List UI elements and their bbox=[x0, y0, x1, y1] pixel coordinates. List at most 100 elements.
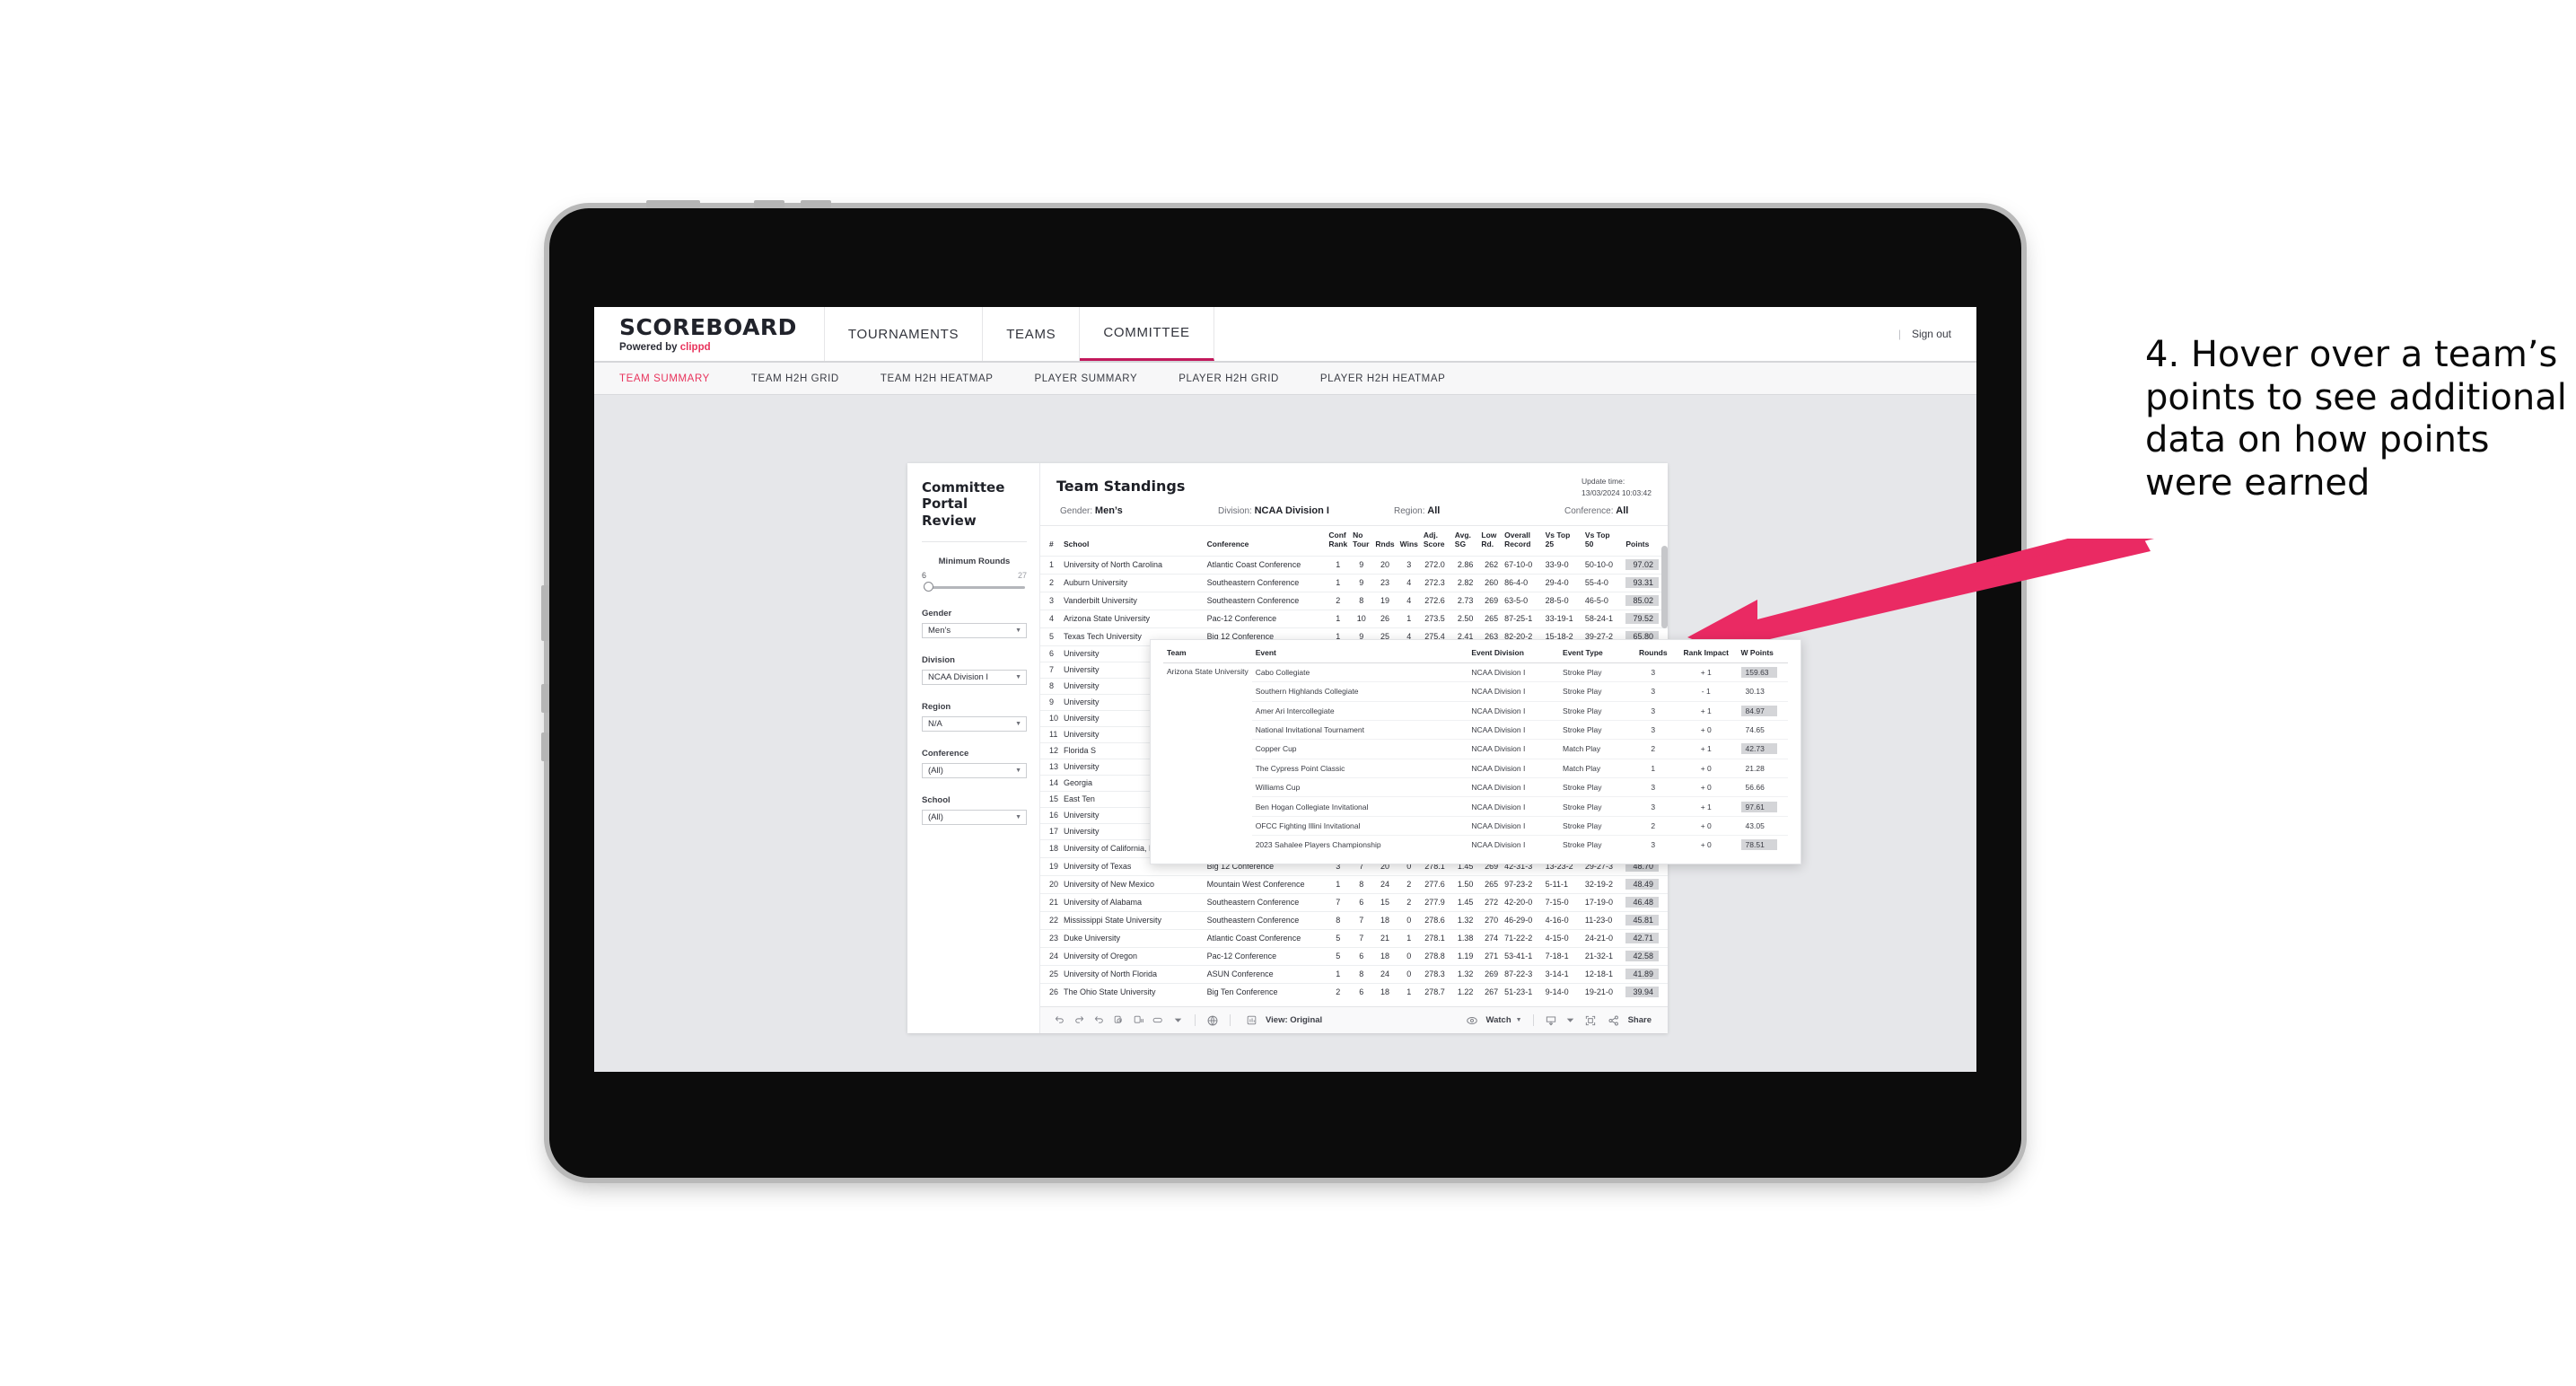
table-row[interactable]: 24 University of Oregon Pac-12 Conference 5… bbox=[1040, 946, 1668, 966]
volume-down-button[interactable] bbox=[801, 200, 831, 208]
points-chip[interactable]: 79.52 bbox=[1625, 613, 1659, 625]
conference-value: (All) bbox=[928, 765, 943, 776]
points-cell[interactable]: 42.58 bbox=[1623, 946, 1668, 966]
tablet-device-frame: SCOREBOARD Powered by clippd TOURNAMENTS… bbox=[541, 200, 2021, 1178]
points-chip[interactable]: 85.02 bbox=[1625, 595, 1659, 607]
tooltip-row: Williams Cup NCAA Division I Stroke Play 3 +… bbox=[1163, 777, 1788, 797]
nav-tab-committee[interactable]: COMMITTEE bbox=[1080, 307, 1214, 361]
watch-button[interactable]: Watch ▼ bbox=[1459, 1011, 1526, 1031]
col-avg-sg[interactable]: Avg. SG bbox=[1451, 526, 1479, 557]
points-chip[interactable]: 46.48 bbox=[1625, 897, 1659, 908]
table-row[interactable]: 21 University of Alabama Southeastern Conf… bbox=[1040, 892, 1668, 912]
signout-link[interactable]: Sign out bbox=[1912, 328, 1951, 340]
col-rnds[interactable]: Rnds bbox=[1372, 526, 1398, 557]
region-select[interactable]: N/A ▼ bbox=[922, 715, 1027, 732]
points-chip[interactable]: 42.58 bbox=[1625, 951, 1659, 962]
col-conference[interactable]: Conference bbox=[1204, 526, 1327, 557]
points-cell[interactable]: 42.71 bbox=[1623, 928, 1668, 948]
gender-select[interactable]: Men’s ▼ bbox=[922, 622, 1027, 638]
no-tour-cell: 9 bbox=[1350, 555, 1373, 575]
col-rank[interactable]: # bbox=[1040, 526, 1062, 557]
redo-icon[interactable] bbox=[1069, 1011, 1089, 1031]
download-icon[interactable] bbox=[1541, 1011, 1561, 1031]
subnav-tab-player-summary[interactable]: PLAYER SUMMARY bbox=[1035, 373, 1160, 384]
world-globe-icon[interactable] bbox=[1203, 1011, 1222, 1031]
side-button-1[interactable] bbox=[541, 585, 549, 641]
pause-updates-icon[interactable] bbox=[1128, 1011, 1148, 1031]
col-vs-top-25[interactable]: Vs Top 25 bbox=[1542, 526, 1582, 557]
standings-header-row: # School Conference Conf Rank No Tour Rn… bbox=[1040, 526, 1668, 557]
table-row[interactable]: 4 Arizona State University Pac-12 Conferen… bbox=[1040, 609, 1668, 628]
table-row[interactable]: 20 University of New Mexico Mountain West … bbox=[1040, 874, 1668, 894]
subnav-tab-player-h2h-heatmap[interactable]: PLAYER H2H HEATMAP bbox=[1320, 373, 1467, 384]
filter-chip-conference-value: All bbox=[1616, 505, 1629, 516]
conference-select[interactable]: (All) ▼ bbox=[922, 762, 1027, 778]
chevron-down-icon[interactable] bbox=[1168, 1011, 1187, 1031]
table-row[interactable]: 22 Mississippi State University Southeaste… bbox=[1040, 910, 1668, 930]
subnav-tab-player-summary-label: PLAYER SUMMARY bbox=[1034, 373, 1138, 384]
tooltip-row: 2023 Sahalee Players Championship NCAA Di… bbox=[1163, 835, 1788, 855]
col-overall-record[interactable]: Overall Record bbox=[1502, 526, 1543, 557]
highlighter-icon[interactable] bbox=[1148, 1011, 1168, 1031]
filter-panel: Committee Portal Review Minimum Rounds 6… bbox=[907, 463, 1040, 1033]
minimum-rounds-slider[interactable] bbox=[924, 582, 1025, 592]
slider-handle[interactable] bbox=[924, 582, 933, 592]
volume-up-button[interactable] bbox=[754, 200, 784, 208]
table-row[interactable]: 1 University of North Carolina Atlantic Co… bbox=[1040, 555, 1668, 575]
nav-tab-teams[interactable]: TEAMS bbox=[983, 307, 1081, 361]
fullscreen-icon[interactable] bbox=[1581, 1011, 1600, 1031]
brand-logo[interactable]: SCOREBOARD Powered by clippd bbox=[594, 307, 825, 361]
col-low-rd[interactable]: Low Rd. bbox=[1478, 526, 1503, 557]
adj-score-cell: 272.6 bbox=[1420, 591, 1452, 610]
col-adj-score[interactable]: Adj. Score bbox=[1420, 526, 1452, 557]
col-no-tour[interactable]: No Tour bbox=[1350, 526, 1373, 557]
view-original-button[interactable]: View: Original bbox=[1238, 1011, 1326, 1031]
points-chip[interactable]: 42.71 bbox=[1625, 933, 1659, 944]
points-chip[interactable]: 41.89 bbox=[1625, 969, 1659, 980]
points-chip[interactable]: 45.81 bbox=[1625, 915, 1659, 926]
subnav-tab-team-h2h-grid[interactable]: TEAM H2H GRID bbox=[751, 373, 861, 384]
points-cell[interactable]: 41.89 bbox=[1623, 964, 1668, 984]
col-wins[interactable]: Wins bbox=[1397, 526, 1421, 557]
toolbar-divider-2 bbox=[1230, 1014, 1231, 1026]
tooltip-row: OFCC Fighting Illini Invitational NCAA Di… bbox=[1163, 815, 1788, 836]
nav-tab-tournaments[interactable]: TOURNAMENTS bbox=[825, 307, 984, 361]
points-cell[interactable]: 45.81 bbox=[1623, 910, 1668, 930]
table-row[interactable]: 26 The Ohio State University Big Ten Confe… bbox=[1040, 982, 1668, 1001]
col-vs-top-50[interactable]: Vs Top 50 bbox=[1582, 526, 1624, 557]
rank-cell: 15 bbox=[1040, 790, 1062, 808]
revert-icon[interactable] bbox=[1089, 1011, 1108, 1031]
record-cell: 42-20-0 bbox=[1502, 892, 1543, 912]
undo-icon[interactable] bbox=[1049, 1011, 1069, 1031]
table-row[interactable]: 3 Vanderbilt University Southeastern Confe… bbox=[1040, 591, 1668, 610]
points-cell[interactable]: 46.48 bbox=[1623, 892, 1668, 912]
tooltip-col-rounds: Rounds bbox=[1631, 647, 1675, 663]
side-button-3[interactable] bbox=[541, 732, 549, 761]
points-chip[interactable]: 93.31 bbox=[1625, 577, 1659, 589]
power-button[interactable] bbox=[646, 200, 700, 208]
no-tour-cell: 6 bbox=[1350, 892, 1373, 912]
side-button-2[interactable] bbox=[541, 684, 549, 713]
top-app-bar: SCOREBOARD Powered by clippd TOURNAMENTS… bbox=[594, 307, 1976, 363]
points-chip[interactable]: 39.94 bbox=[1625, 987, 1659, 998]
subnav-tab-team-summary[interactable]: TEAM SUMMARY bbox=[619, 373, 732, 384]
school-select[interactable]: (All) ▼ bbox=[922, 809, 1027, 825]
col-conf-rank[interactable]: Conf Rank bbox=[1326, 526, 1351, 557]
points-cell[interactable]: 39.94 bbox=[1623, 982, 1668, 1001]
chevron-down-icon[interactable] bbox=[1561, 1011, 1581, 1031]
points-chip[interactable]: 97.02 bbox=[1625, 559, 1659, 571]
points-chip[interactable]: 48.49 bbox=[1625, 879, 1659, 890]
table-row[interactable]: 2 Auburn University Southeastern Conferenc… bbox=[1040, 573, 1668, 592]
wins-cell: 0 bbox=[1397, 946, 1421, 966]
col-school[interactable]: School bbox=[1061, 526, 1205, 557]
vertical-scrollbar[interactable] bbox=[1661, 546, 1668, 628]
table-row[interactable]: 23 Duke University Atlantic Coast Conferen… bbox=[1040, 928, 1668, 948]
subnav-tab-player-h2h-grid[interactable]: PLAYER H2H GRID bbox=[1178, 373, 1301, 384]
division-select[interactable]: NCAA Division I ▼ bbox=[922, 669, 1027, 685]
refresh-data-icon[interactable] bbox=[1108, 1011, 1128, 1031]
table-row[interactable]: 25 University of North Florida ASUN Confer… bbox=[1040, 964, 1668, 984]
subnav-tab-team-h2h-heatmap[interactable]: TEAM H2H HEATMAP bbox=[881, 373, 1015, 384]
share-button[interactable]: Share bbox=[1600, 1011, 1655, 1031]
tooltip-team-cell: Arizona State University bbox=[1163, 662, 1252, 855]
points-cell[interactable]: 48.49 bbox=[1623, 874, 1668, 894]
